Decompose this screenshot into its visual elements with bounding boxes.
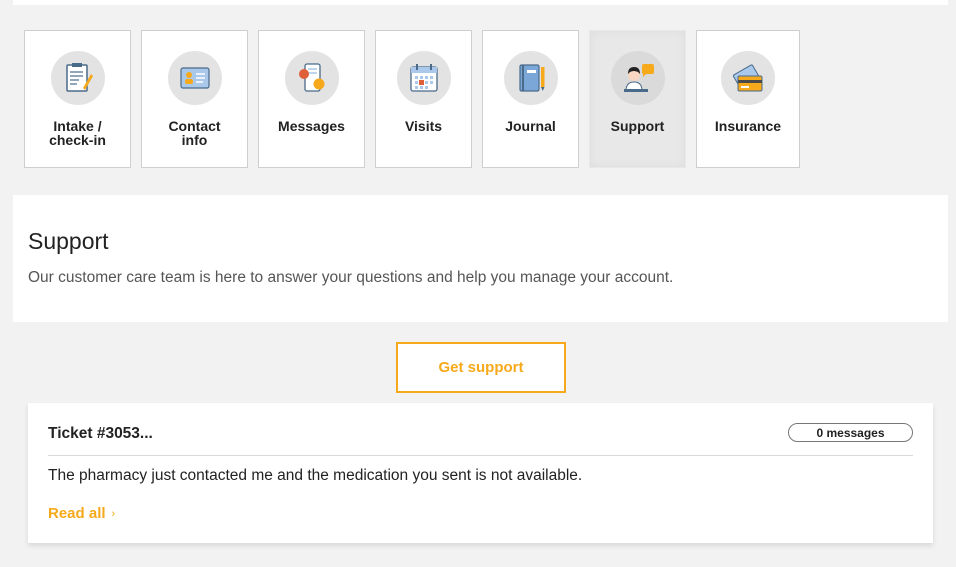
tile-intake-check-in[interactable]: Intake / check-in xyxy=(24,30,131,168)
tile-visits[interactable]: Visits xyxy=(375,30,472,168)
ticket-card: Ticket #3053... 0 messages The pharmacy … xyxy=(28,403,933,543)
tile-label: Intake / check-in xyxy=(49,118,106,148)
clipboard-pen-icon xyxy=(50,51,105,105)
page-title: Support xyxy=(28,228,109,254)
tile-messages[interactable]: Messages xyxy=(258,30,365,168)
tile-label: Messages xyxy=(278,118,345,134)
tile-insurance[interactable]: Insurance xyxy=(696,30,800,168)
tile-contact-info[interactable]: Contact info xyxy=(141,30,248,168)
id-card-icon xyxy=(167,51,222,105)
tile-support[interactable]: Support xyxy=(589,30,686,168)
calendar-icon xyxy=(396,51,451,105)
tile-label: Support xyxy=(610,118,665,134)
phone-chat-icon xyxy=(284,51,339,105)
divider xyxy=(48,455,913,456)
ticket-title: Ticket #3053... xyxy=(48,425,153,442)
page-description: Our customer care team is here to answer… xyxy=(28,269,674,286)
tile-journal[interactable]: Journal xyxy=(482,30,579,168)
chevron-right-icon: › xyxy=(111,507,116,520)
notebook-pencil-icon xyxy=(503,51,558,105)
support-header-panel: Support Our customer care team is here t… xyxy=(13,195,948,322)
ticket-message-text: The pharmacy just contacted me and the m… xyxy=(48,467,583,484)
read-all-link[interactable]: Read all › xyxy=(48,505,115,522)
tile-label: Journal xyxy=(505,118,556,134)
insurance-card-icon xyxy=(721,51,775,105)
tile-label: Insurance xyxy=(714,118,782,134)
tile-label: Visits xyxy=(404,118,443,134)
support-agent-icon xyxy=(610,51,665,105)
message-count-badge: 0 messages xyxy=(788,423,913,442)
top-panel-edge xyxy=(13,0,948,5)
read-all-label: Read all xyxy=(48,505,106,522)
tile-label: Contact info xyxy=(168,118,221,148)
get-support-button[interactable]: Get support xyxy=(396,342,566,393)
